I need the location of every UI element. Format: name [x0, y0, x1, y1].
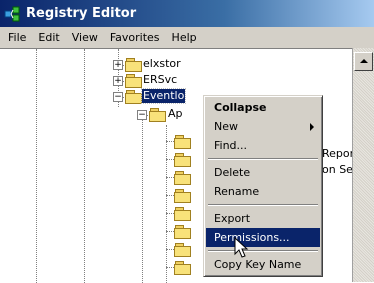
menu-item-collapse[interactable]: Collapse: [206, 98, 320, 117]
folder-icon[interactable]: [174, 135, 191, 149]
menu-favorites[interactable]: Favorites: [104, 28, 166, 48]
expand-elxstor-button[interactable]: +: [113, 60, 123, 70]
tree-guide-line: [142, 111, 143, 283]
menu-view[interactable]: View: [66, 28, 104, 48]
window-title: Registry Editor: [26, 6, 137, 21]
menu-item-export[interactable]: Export: [206, 209, 320, 228]
scroll-up-button[interactable]: [354, 52, 373, 71]
tree-node-eventlog[interactable]: Eventlo: [140, 88, 187, 104]
tree-node-application[interactable]: Ap: [168, 107, 183, 121]
folder-open-icon: [125, 90, 142, 104]
folder-icon[interactable]: [174, 189, 191, 203]
menu-item-copy-key-name[interactable]: Copy Key Name: [206, 255, 320, 274]
folder-icon[interactable]: [174, 207, 191, 221]
collapse-application-button[interactable]: −: [137, 110, 147, 120]
tree-guide-line: [36, 49, 37, 283]
tree-node-partial-label[interactable]: on Sei: [322, 163, 356, 177]
menu-item-find[interactable]: Find...: [206, 136, 320, 155]
folder-icon: [125, 58, 142, 72]
menu-item-new[interactable]: New: [206, 117, 320, 136]
context-menu: Collapse New Find... Delete Rename Expor…: [203, 95, 323, 277]
menu-bar: File Edit View Favorites Help: [0, 27, 374, 48]
menu-item-delete[interactable]: Delete: [206, 163, 320, 182]
menu-file[interactable]: File: [2, 28, 32, 48]
menu-help[interactable]: Help: [166, 28, 203, 48]
mouse-pointer-icon: [234, 237, 249, 258]
arrow-up-icon: [360, 59, 368, 63]
menu-edit[interactable]: Edit: [32, 28, 65, 48]
registry-editor-icon: [4, 5, 22, 23]
expand-ersvc-button[interactable]: +: [113, 76, 123, 86]
folder-icon[interactable]: [174, 225, 191, 239]
tree-node-elxstor[interactable]: elxstor: [143, 57, 181, 71]
tree-guide-line: [84, 49, 85, 283]
folder-icon[interactable]: [174, 261, 191, 275]
tree-node-partial-label[interactable]: Repor: [322, 147, 354, 161]
tree-guide-line: [166, 125, 167, 283]
menu-separator: [206, 155, 320, 163]
tree-node-ersvc[interactable]: ERSvc: [143, 73, 177, 87]
folder-icon: [125, 74, 142, 88]
menu-separator: [206, 247, 320, 255]
chevron-right-icon: [310, 123, 314, 131]
collapse-eventlog-button[interactable]: −: [113, 92, 123, 102]
folder-icon[interactable]: [174, 153, 191, 167]
folder-icon[interactable]: [174, 243, 191, 257]
vertical-scrollbar[interactable]: [352, 48, 374, 282]
menu-item-permissions[interactable]: Permissions...: [206, 228, 320, 247]
folder-open-icon: [149, 108, 166, 122]
folder-icon[interactable]: [174, 171, 191, 185]
menu-separator: [206, 201, 320, 209]
menu-item-rename[interactable]: Rename: [206, 182, 320, 201]
title-bar: Registry Editor: [0, 0, 374, 27]
